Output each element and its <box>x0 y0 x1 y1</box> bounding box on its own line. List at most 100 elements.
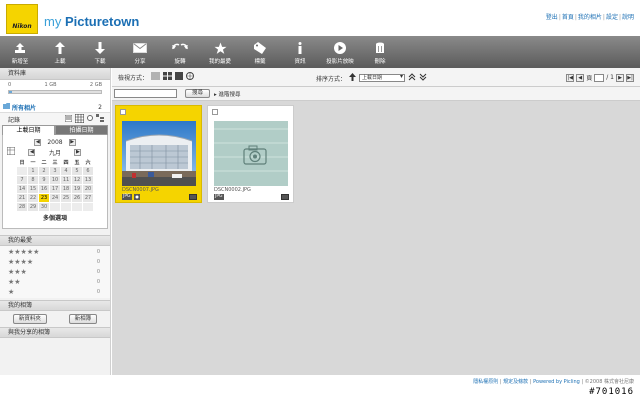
calendar-day[interactable]: 25 <box>61 194 71 202</box>
folder-icon <box>3 103 10 111</box>
search-button[interactable]: 搜尋 <box>185 89 211 98</box>
photo-thumbnail-2[interactable]: DSCN0002.JPG JPG <box>207 105 294 203</box>
toolbar-download-button[interactable]: 下載 <box>80 36 120 68</box>
list-view-icon[interactable] <box>151 72 161 82</box>
comment-icon[interactable] <box>281 194 289 200</box>
sort-ascending-icon[interactable] <box>349 73 357 83</box>
link-my-photos[interactable]: 我的相片 <box>578 14 602 21</box>
favorite-4-star[interactable]: ★★★★ 0 <box>0 257 110 267</box>
calendar-day[interactable]: 7 <box>17 176 27 184</box>
calendar-day[interactable]: 28 <box>17 203 27 211</box>
storage-bar-fill <box>9 91 12 93</box>
calendar-day[interactable]: 1 <box>28 167 38 175</box>
link-logout[interactable]: 登出 <box>546 14 558 21</box>
calendar-day[interactable]: 26 <box>72 194 82 202</box>
map-view-icon[interactable] <box>186 72 195 82</box>
calendar-day[interactable]: 22 <box>28 194 38 202</box>
calendar-day[interactable]: 16 <box>39 185 49 193</box>
prev-month-button[interactable]: ◀ <box>28 148 36 156</box>
checkbox-icon[interactable] <box>212 109 218 115</box>
calendar-day[interactable]: 29 <box>28 203 38 211</box>
calendar-day[interactable]: 13 <box>83 176 93 184</box>
next-year-button[interactable]: ▶ <box>68 139 76 146</box>
link-settings[interactable]: 設定 <box>606 14 618 21</box>
calendar-day[interactable]: 19 <box>72 185 82 193</box>
favorite-5-star[interactable]: ★★★★★ 0 <box>0 247 110 257</box>
multi-select-label[interactable]: 多個選項 <box>7 213 103 222</box>
photo-thumbnail-1[interactable]: DSCN0007.JPG JPG <box>115 105 202 203</box>
expand-icon[interactable] <box>419 73 427 83</box>
favorite-1-star[interactable]: ★ 0 <box>0 287 110 297</box>
next-page-button[interactable]: ▶ <box>616 73 624 82</box>
calendar-day[interactable]: 8 <box>28 176 38 184</box>
toolbar-tag-button[interactable]: 標籤 <box>240 36 280 68</box>
terms-link[interactable]: 規定及條款 <box>503 379 528 385</box>
calendar-day[interactable]: 10 <box>50 176 60 184</box>
toolbar-delete-button[interactable]: 刪除 <box>360 36 400 68</box>
privacy-link[interactable]: 隱私權原則 <box>473 379 498 385</box>
calendar-month: 九月 <box>48 149 61 157</box>
calendar-day[interactable]: 12 <box>72 176 82 184</box>
photo-image-building <box>122 121 196 186</box>
first-page-button[interactable]: |◀ <box>566 73 575 82</box>
calendar-view-icon[interactable] <box>74 113 85 125</box>
list-view-icon[interactable] <box>64 114 73 124</box>
calendar-grid-icon[interactable] <box>6 146 16 157</box>
sort-select[interactable]: 上載日期 <box>359 74 406 82</box>
new-folder-button[interactable]: 新資料夾 <box>12 314 47 324</box>
calendar-day[interactable]: 6 <box>83 167 93 175</box>
calendar-day[interactable]: 11 <box>61 176 71 184</box>
search-input[interactable] <box>114 89 177 98</box>
tab-upload-date[interactable]: 上載日期 <box>2 125 55 135</box>
prev-page-button[interactable]: ◀ <box>576 73 585 82</box>
calendar-day[interactable]: 30 <box>39 203 49 211</box>
toolbar-info-button[interactable]: 資訊 <box>280 36 320 68</box>
last-page-button[interactable]: ▶| <box>626 73 634 82</box>
tree-view-icon[interactable] <box>96 114 104 124</box>
favorite-2-star[interactable]: ★★ 0 <box>0 277 110 287</box>
calendar-day[interactable]: 23 <box>39 194 49 202</box>
calendar-day[interactable]: 5 <box>72 167 82 175</box>
next-month-button[interactable]: ▶ <box>74 148 82 156</box>
calendar-day[interactable]: 27 <box>83 194 93 202</box>
calendar-year: 2008 <box>47 139 63 146</box>
new-album-button[interactable]: 新相簿 <box>68 314 98 324</box>
grid-view-icon[interactable] <box>163 72 173 82</box>
calendar-day[interactable]: 3 <box>50 167 60 175</box>
collapse-icon[interactable] <box>408 73 416 83</box>
favorite-3-star[interactable]: ★★★ 0 <box>0 267 110 277</box>
calendar-day[interactable]: 17 <box>50 185 60 193</box>
toolbar-upload-button[interactable]: 上載 <box>40 36 80 68</box>
link-help[interactable]: 說明 <box>622 14 634 21</box>
advanced-search-link[interactable]: ▸ 進階搜尋 <box>214 90 241 98</box>
calendar-day[interactable]: 18 <box>61 185 71 193</box>
link-home[interactable]: 首頁 <box>562 14 574 21</box>
calendar-day[interactable]: 4 <box>61 167 71 175</box>
checkbox-icon[interactable] <box>120 109 126 115</box>
calendar-day[interactable]: 20 <box>83 185 93 193</box>
detail-view-icon[interactable] <box>175 72 184 82</box>
toolbar-rotate-button[interactable]: 旋轉 <box>160 36 200 68</box>
toolbar-slideshow-button[interactable]: 投影片放映 <box>320 36 360 68</box>
shared-albums-title[interactable]: 與我分享的相簿 <box>0 327 110 338</box>
prev-year-button[interactable]: ◀ <box>34 139 42 146</box>
calendar-day[interactable]: 15 <box>28 185 38 193</box>
brand-prefix: my <box>44 14 65 29</box>
tab-shooting-date[interactable]: 拍攝日期 <box>55 125 108 135</box>
toolbar-add-to-button[interactable]: 新增至 <box>0 36 40 68</box>
radio-icon[interactable] <box>87 115 93 123</box>
calendar-day[interactable]: 21 <box>17 194 27 202</box>
nikon-logo[interactable]: Nikon <box>6 4 38 34</box>
calendar-day[interactable]: 14 <box>17 185 27 193</box>
comment-icon[interactable] <box>189 194 197 200</box>
calendar-day[interactable]: 2 <box>39 167 49 175</box>
page-input[interactable] <box>594 73 605 82</box>
all-photos-item[interactable]: 所有相片 2 <box>0 102 110 113</box>
top-links: 登出|首頁|我的相片|設定|說明 <box>545 14 634 21</box>
toolbar-share-button[interactable]: 分享 <box>120 36 160 68</box>
powered-by-link[interactable]: Powered by Picling <box>533 379 580 385</box>
toolbar-favorite-button[interactable]: 我的最愛 <box>200 36 240 68</box>
calendar-day[interactable]: 9 <box>39 176 49 184</box>
play-icon <box>334 41 346 55</box>
calendar-day[interactable]: 24 <box>50 194 60 202</box>
